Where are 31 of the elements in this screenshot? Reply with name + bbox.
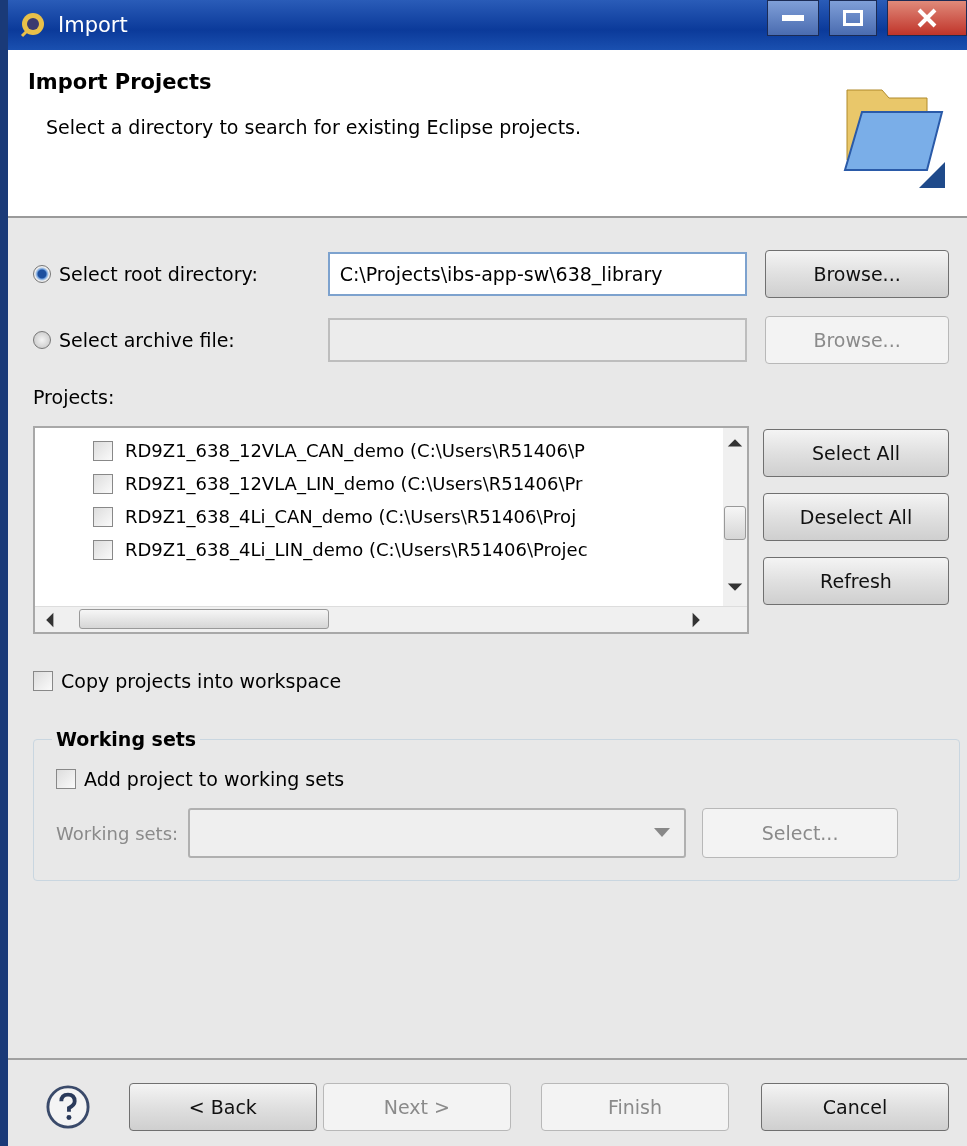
radio-button[interactable]: Select root directory:	[33, 263, 328, 285]
close-button[interactable]	[887, 0, 967, 36]
list-action-button[interactable]: Select All	[763, 429, 949, 477]
wizard-button[interactable]: Cancel	[760, 1083, 950, 1131]
page-description: Select a directory to search for existing Eclipse projects.	[45, 116, 583, 138]
project-item[interactable]: RD9Z1_638_12VLA_CAN_demo (C:\Users\R51406\P	[93, 434, 723, 467]
dropdown-arrow-icon	[654, 828, 671, 838]
list-action-button[interactable]: Refresh	[763, 557, 949, 605]
project-item[interactable]: RD9Z1_638_12VLA_LIN_demo (C:\Users\R51406\Pr	[93, 467, 723, 500]
close-icon	[917, 8, 937, 28]
project-item[interactable]: RD9Z1_638_4Li_CAN_demo (C:\Users\R51406\Proj	[93, 500, 723, 533]
wizard-button[interactable]: < Back	[128, 1083, 317, 1131]
path-field[interactable]: C:\Projects\ibs-app-sw\638_library	[327, 252, 748, 296]
list-action-button[interactable]: Deselect All	[763, 493, 949, 541]
working-sets-label: Working sets:	[56, 822, 179, 844]
maximize-icon	[843, 10, 863, 26]
scroll-thumb[interactable]	[724, 506, 746, 540]
project-item[interactable]: RD9Z1_638_4Li_LIN_demo (C:\Users\R51406\Projec	[93, 533, 723, 566]
help-icon[interactable]	[46, 1084, 90, 1130]
group-title: Working sets	[55, 728, 198, 750]
vertical-scrollbar[interactable]	[723, 428, 747, 606]
copy-checkbox[interactable]: Copy projects into workspace	[33, 670, 342, 692]
minimize-icon	[782, 15, 804, 21]
projects-label: Projects:	[33, 386, 115, 408]
page-title: Import Projects	[28, 70, 213, 94]
horizontal-scrollbar[interactable]	[35, 606, 747, 632]
maximize-button[interactable]	[829, 0, 877, 36]
minimize-button[interactable]	[767, 0, 819, 36]
browse-button[interactable]: Browse...	[765, 250, 949, 298]
scroll-thumb[interactable]	[79, 609, 329, 629]
window-title: Import	[58, 13, 128, 37]
